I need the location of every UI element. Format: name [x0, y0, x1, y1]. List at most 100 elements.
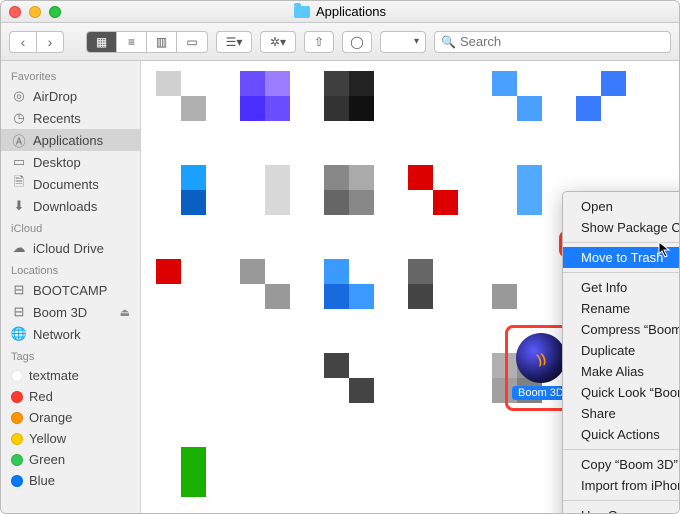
context-menu-item-get-info[interactable]: Get Info	[563, 277, 679, 298]
sidebar-item-icon: Ⓐ	[11, 132, 27, 148]
eject-icon[interactable]: ⏏	[120, 306, 130, 319]
app-item[interactable]	[403, 447, 463, 513]
sidebar-item-airdrop[interactable]: ◎AirDrop	[1, 85, 140, 107]
context-menu-item-use-groups[interactable]: Use Groups	[563, 505, 679, 513]
app-item[interactable]	[319, 71, 379, 151]
app-icon-image	[408, 447, 458, 497]
sidebar-item-label: Desktop	[33, 155, 81, 170]
app-item[interactable]	[151, 353, 211, 433]
app-item[interactable]	[403, 353, 463, 433]
sidebar-item-recents[interactable]: ◷Recents	[1, 107, 140, 129]
app-item[interactable]	[151, 447, 211, 513]
sidebar-item-green[interactable]: Green	[1, 449, 140, 470]
action-button[interactable]: ✲▾	[260, 31, 296, 53]
sidebar-item-blue[interactable]: Blue	[1, 470, 140, 491]
sidebar-item-boom-3d[interactable]: ⊟Boom 3D⏏	[1, 301, 140, 323]
sidebar-item-documents[interactable]: 🗎 Documents	[1, 173, 140, 195]
app-item[interactable]	[487, 259, 547, 339]
sidebar-item-yellow[interactable]: Yellow	[1, 428, 140, 449]
context-menu-label: Rename	[581, 301, 630, 316]
app-item[interactable]	[487, 165, 547, 245]
view-columns-button[interactable]: ▥	[147, 32, 177, 52]
tag-dot	[11, 433, 23, 445]
sidebar-item-textmate[interactable]: textmate	[1, 365, 140, 386]
app-icon-image	[408, 165, 458, 215]
app-item[interactable]	[487, 71, 547, 151]
sidebar-item-red[interactable]: Red	[1, 386, 140, 407]
context-menu-item-duplicate[interactable]: Duplicate	[563, 340, 679, 361]
context-menu-item-move-to-trash[interactable]: Move to Trash	[563, 247, 679, 268]
app-icon-image	[156, 71, 206, 121]
sidebar-item-icloud-drive[interactable]: ☁iCloud Drive	[1, 237, 140, 259]
sidebar-item-downloads[interactable]: ⬇Downloads	[1, 195, 140, 217]
app-icon-image	[324, 71, 374, 121]
search-field[interactable]: 🔍	[434, 31, 671, 53]
app-item[interactable]	[319, 165, 379, 245]
app-icon-image	[324, 447, 374, 497]
app-icon-image	[492, 447, 542, 497]
app-icon-image	[156, 165, 206, 215]
maximize-button[interactable]	[49, 6, 61, 18]
sidebar-item-orange[interactable]: Orange	[1, 407, 140, 428]
context-menu-item-share[interactable]: Share▶	[563, 403, 679, 424]
path-button[interactable]: ▾	[380, 31, 426, 53]
app-item[interactable]	[235, 259, 295, 339]
app-item[interactable]	[319, 447, 379, 513]
search-input[interactable]	[460, 34, 664, 49]
app-item[interactable]	[319, 353, 379, 433]
app-item[interactable]	[403, 71, 463, 151]
sidebar-header: Tags	[1, 345, 140, 365]
share-button[interactable]: ⇧	[304, 31, 334, 53]
app-item[interactable]	[403, 259, 463, 339]
context-menu-item-quick-look-boom-3d[interactable]: Quick Look “Boom 3D”	[563, 382, 679, 403]
view-icons-button[interactable]: ▦	[87, 32, 117, 52]
sidebar-item-bootcamp[interactable]: ⊟BOOTCAMP	[1, 279, 140, 301]
sidebar-item-network[interactable]: 🌐Network	[1, 323, 140, 345]
sidebar-item-icon: 🗎	[11, 176, 27, 192]
app-item[interactable]	[235, 165, 295, 245]
window-controls	[9, 6, 61, 18]
app-item[interactable]	[151, 165, 211, 245]
folder-icon	[294, 6, 310, 18]
app-icon-image	[324, 353, 374, 403]
app-icon-image	[324, 259, 374, 309]
sidebar-item-label: Red	[29, 389, 53, 404]
context-menu-item-quick-actions[interactable]: Quick Actions▶	[563, 424, 679, 445]
tags-button[interactable]: ◯	[342, 31, 372, 53]
titlebar: Applications	[1, 1, 679, 23]
sidebar-item-label: Blue	[29, 473, 55, 488]
sidebar-item-desktop[interactable]: ▭Desktop	[1, 151, 140, 173]
context-menu-label: Move to Trash	[581, 250, 663, 265]
app-item[interactable]	[151, 259, 211, 339]
app-item[interactable]	[235, 447, 295, 513]
context-menu-label: Duplicate	[581, 343, 635, 358]
arrange-button[interactable]: ☰▾	[216, 31, 252, 53]
context-menu-label: Get Info	[581, 280, 627, 295]
content-area: )) Boom 3D OpenShow Package ContentsMove…	[141, 61, 679, 513]
context-menu-item-show-package-contents[interactable]: Show Package Contents	[563, 217, 679, 238]
view-list-button[interactable]: ≡	[117, 32, 147, 52]
app-item[interactable]	[487, 447, 547, 513]
context-menu-item-import-from-iphone-or-ipad[interactable]: Import from iPhone or iPad▶	[563, 475, 679, 496]
sidebar-header: Locations	[1, 259, 140, 279]
context-menu-item-make-alias[interactable]: Make Alias	[563, 361, 679, 382]
view-gallery-button[interactable]: ▭	[177, 32, 207, 52]
minimize-button[interactable]	[29, 6, 41, 18]
context-menu-item-open[interactable]: Open	[563, 196, 679, 217]
back-button[interactable]: ‹	[9, 31, 37, 53]
app-item[interactable]	[235, 71, 295, 151]
sidebar-item-applications[interactable]: ⒶApplications	[1, 129, 140, 151]
app-item[interactable]	[235, 353, 295, 433]
forward-button[interactable]: ›	[36, 31, 64, 53]
tag-dot	[11, 475, 23, 487]
app-item[interactable]	[151, 71, 211, 151]
sidebar-item-label: Documents	[33, 177, 99, 192]
app-item[interactable]	[571, 71, 631, 151]
view-switcher: ▦ ≡ ▥ ▭	[86, 31, 208, 53]
close-button[interactable]	[9, 6, 21, 18]
app-item[interactable]	[319, 259, 379, 339]
context-menu-item-rename[interactable]: Rename	[563, 298, 679, 319]
app-item[interactable]	[403, 165, 463, 245]
context-menu-item-copy-boom-3d[interactable]: Copy “Boom 3D”	[563, 454, 679, 475]
context-menu-item-compress-boom-3d[interactable]: Compress “Boom 3D”	[563, 319, 679, 340]
